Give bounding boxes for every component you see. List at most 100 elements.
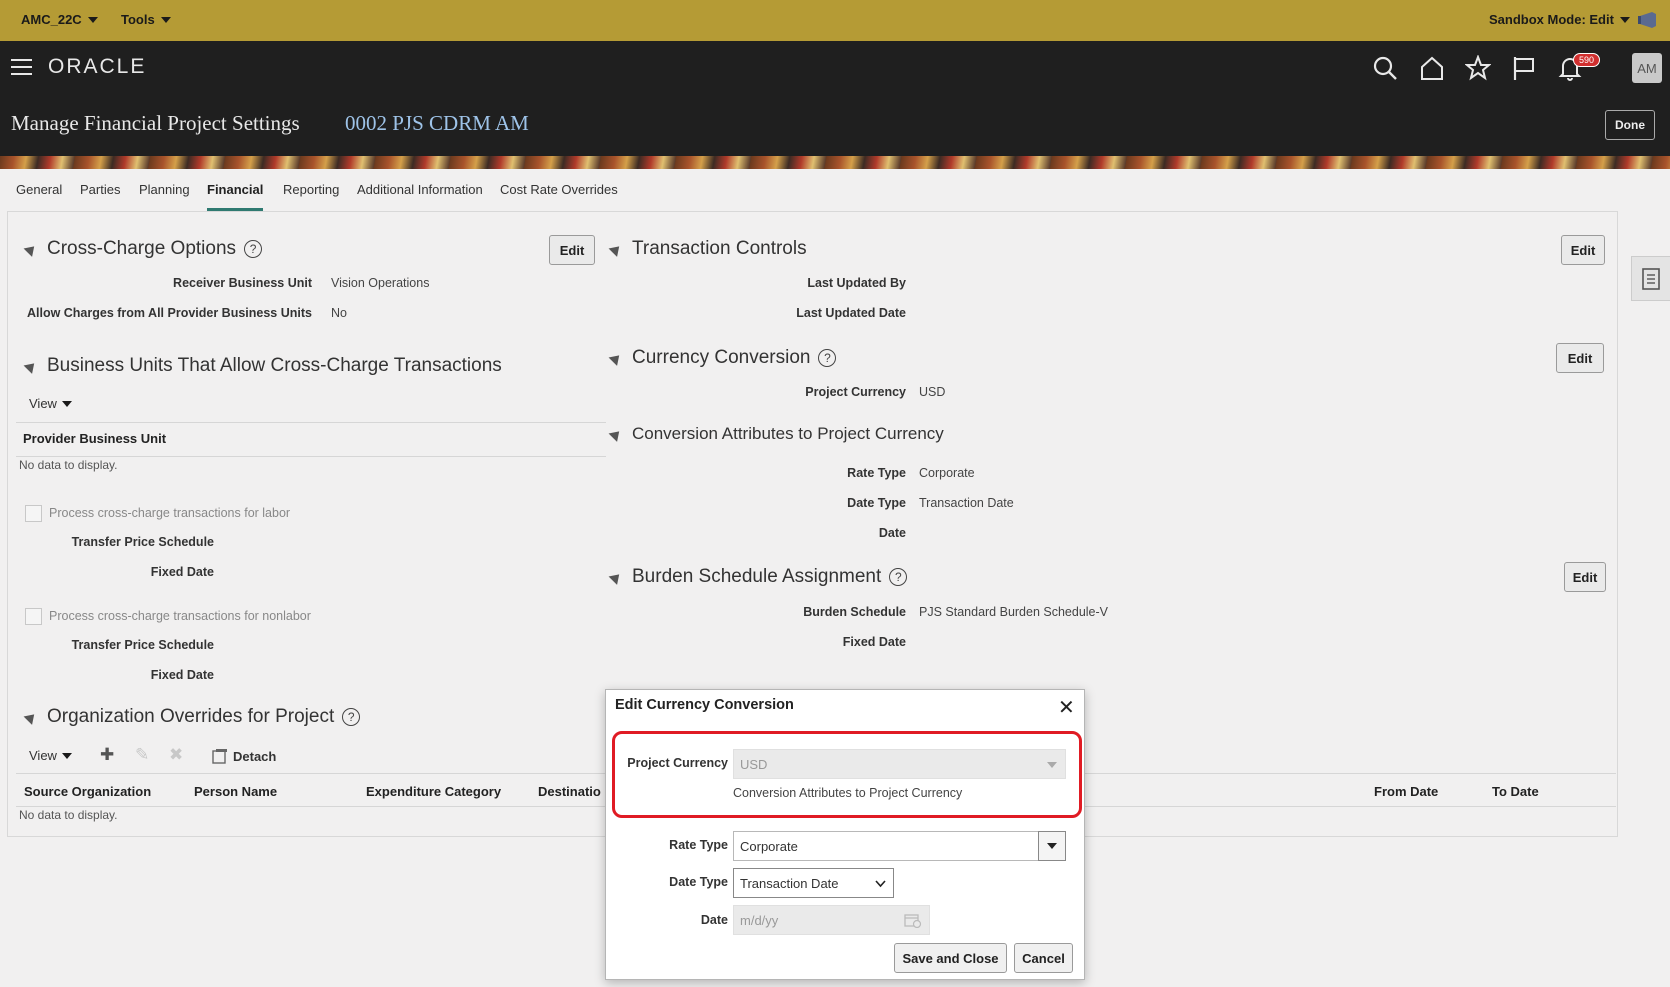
tools-label: Tools <box>121 12 155 27</box>
tab-additional-information[interactable]: Additional Information <box>357 182 483 208</box>
notifications-count-badge: 590 <box>1573 53 1601 67</box>
date-type-select[interactable]: Transaction Date <box>733 868 894 898</box>
rate-type-input[interactable]: Corporate <box>733 831 1039 861</box>
rate-type-value: Corporate <box>740 838 798 854</box>
help-icon[interactable]: ? <box>342 708 361 726</box>
date-input[interactable]: m/d/yy <box>733 905 930 935</box>
burden-schedule-edit-button[interactable]: Edit <box>1564 562 1606 592</box>
no-data-message: No data to display. <box>19 458 118 472</box>
last-updated-by-label: Last Updated By <box>807 276 906 290</box>
collapse-triangle-icon[interactable] <box>608 241 624 257</box>
chevron-down-icon <box>87 16 98 23</box>
help-icon[interactable]: ? <box>244 240 263 258</box>
edit-currency-conversion-dialog: Edit Currency Conversion ✕ Project Curre… <box>605 689 1085 980</box>
cross-charge-options-header[interactable]: Cross-Charge Options ? <box>23 238 263 260</box>
rate-type-dropdown-button[interactable] <box>1038 831 1066 861</box>
side-panel-tab[interactable] <box>1631 256 1670 301</box>
watchlist-flag-icon[interactable] <box>1511 55 1537 81</box>
rate-type-value: Corporate <box>919 466 975 480</box>
labor-checkbox[interactable] <box>25 505 42 522</box>
hamburger-menu-icon[interactable] <box>11 59 32 75</box>
page-title: Manage Financial Project Settings <box>11 111 300 135</box>
delete-x-icon[interactable]: ✖ <box>169 745 183 765</box>
date-type-label: Date Type <box>847 496 906 510</box>
tab-reporting[interactable]: Reporting <box>283 182 339 208</box>
home-icon[interactable] <box>1419 55 1445 81</box>
detach-label: Detach <box>233 748 277 764</box>
burden-fixed-date-label: Fixed Date <box>842 635 906 649</box>
currency-conversion-header[interactable]: Currency Conversion ? <box>608 347 837 369</box>
tab-general[interactable]: General <box>16 182 62 208</box>
workspace-menu[interactable]: AMC_22C <box>21 12 98 27</box>
expenditure-category-column[interactable]: Expenditure Category <box>366 784 501 799</box>
sandbox-mode-menu[interactable]: Sandbox Mode: Edit <box>1489 12 1630 27</box>
collapse-triangle-icon[interactable] <box>23 358 39 374</box>
detach-button[interactable]: Detach <box>212 748 276 764</box>
collapse-triangle-icon[interactable] <box>23 241 39 257</box>
user-avatar[interactable]: AM <box>1632 53 1662 83</box>
burden-schedule-header[interactable]: Burden Schedule Assignment ? <box>608 566 908 588</box>
date-label: Date <box>700 913 728 927</box>
burden-schedule-label: Burden Schedule <box>803 605 906 619</box>
help-icon[interactable]: ? <box>818 349 837 367</box>
sandbox-mode-label: Sandbox Mode: Edit <box>1489 12 1614 27</box>
tab-planning[interactable]: Planning <box>139 182 190 208</box>
collapse-triangle-icon[interactable] <box>608 569 624 585</box>
bu-view-menu[interactable]: View <box>29 396 72 411</box>
cancel-button[interactable]: Cancel <box>1014 943 1073 973</box>
done-button[interactable]: Done <box>1605 110 1655 140</box>
favorites-star-icon[interactable] <box>1465 55 1491 81</box>
add-icon[interactable]: ✚ <box>100 745 114 765</box>
org-view-menu[interactable]: View <box>29 748 72 763</box>
person-name-column[interactable]: Person Name <box>194 784 277 799</box>
close-icon[interactable]: ✕ <box>1058 695 1075 720</box>
to-date-column[interactable]: To Date <box>1492 784 1539 799</box>
collapse-triangle-icon[interactable] <box>608 426 624 442</box>
business-units-header[interactable]: Business Units That Allow Cross-Charge T… <box>23 355 502 377</box>
section-title: Currency Conversion <box>632 347 811 368</box>
section-title: Cross-Charge Options <box>47 238 237 259</box>
workspace-label: AMC_22C <box>21 12 82 27</box>
from-date-column[interactable]: From Date <box>1374 784 1438 799</box>
tab-parties[interactable]: Parties <box>80 182 120 208</box>
tab-cost-rate-overrides[interactable]: Cost Rate Overrides <box>500 182 618 208</box>
allow-charges-label: Allow Charges from All Provider Business… <box>26 306 312 320</box>
currency-conversion-edit-button[interactable]: Edit <box>1556 343 1604 373</box>
save-and-close-label: Save and Close <box>902 950 999 966</box>
organization-overrides-header[interactable]: Organization Overrides for Project ? <box>23 706 361 728</box>
tab-financial[interactable]: Financial <box>207 182 264 211</box>
chevron-down-icon <box>875 880 886 888</box>
cross-charge-edit-button[interactable]: Edit <box>549 235 595 265</box>
project-currency-value: USD <box>740 756 768 772</box>
no-data-message: No data to display. <box>19 808 118 822</box>
view-label: View <box>29 396 57 411</box>
sandbox-flag-icon[interactable] <box>1638 10 1658 30</box>
edit-pencil-icon[interactable]: ✎ <box>135 745 149 765</box>
receiver-business-unit-value: Vision Operations <box>331 276 430 290</box>
calendar-icon[interactable] <box>904 912 922 928</box>
search-icon[interactable] <box>1372 55 1398 81</box>
tools-menu[interactable]: Tools <box>121 12 171 27</box>
transaction-controls-edit-button[interactable]: Edit <box>1561 235 1605 265</box>
date-label: Date <box>878 526 906 540</box>
collapse-triangle-icon[interactable] <box>608 350 624 366</box>
destination-column[interactable]: Destinatio <box>538 784 601 799</box>
transaction-controls-header[interactable]: Transaction Controls <box>608 238 807 260</box>
nonlabor-checkbox[interactable] <box>25 608 42 625</box>
collapse-triangle-icon[interactable] <box>23 709 39 725</box>
project-currency-select[interactable]: USD <box>733 749 1066 779</box>
save-and-close-button[interactable]: Save and Close <box>894 943 1007 973</box>
conversion-attributes-header[interactable]: Conversion Attributes to Project Currenc… <box>608 424 944 444</box>
cancel-label: Cancel <box>1022 950 1065 966</box>
allow-charges-value: No <box>331 306 347 320</box>
tab-bar: General Parties Planning Financial Repor… <box>0 169 1670 211</box>
source-organization-column[interactable]: Source Organization <box>24 784 151 799</box>
help-icon[interactable]: ? <box>889 568 908 586</box>
burden-schedule-value: PJS Standard Burden Schedule-V <box>919 605 1109 619</box>
date-type-label: Date Type <box>669 875 728 889</box>
chevron-down-icon <box>1619 16 1630 23</box>
oracle-logo[interactable]: ORACLE <box>48 55 146 79</box>
sandbox-bar: AMC_22C Tools Sandbox Mode: Edit <box>0 0 1670 41</box>
date-type-value: Transaction Date <box>740 875 839 891</box>
provider-business-unit-column[interactable]: Provider Business Unit <box>23 431 166 446</box>
